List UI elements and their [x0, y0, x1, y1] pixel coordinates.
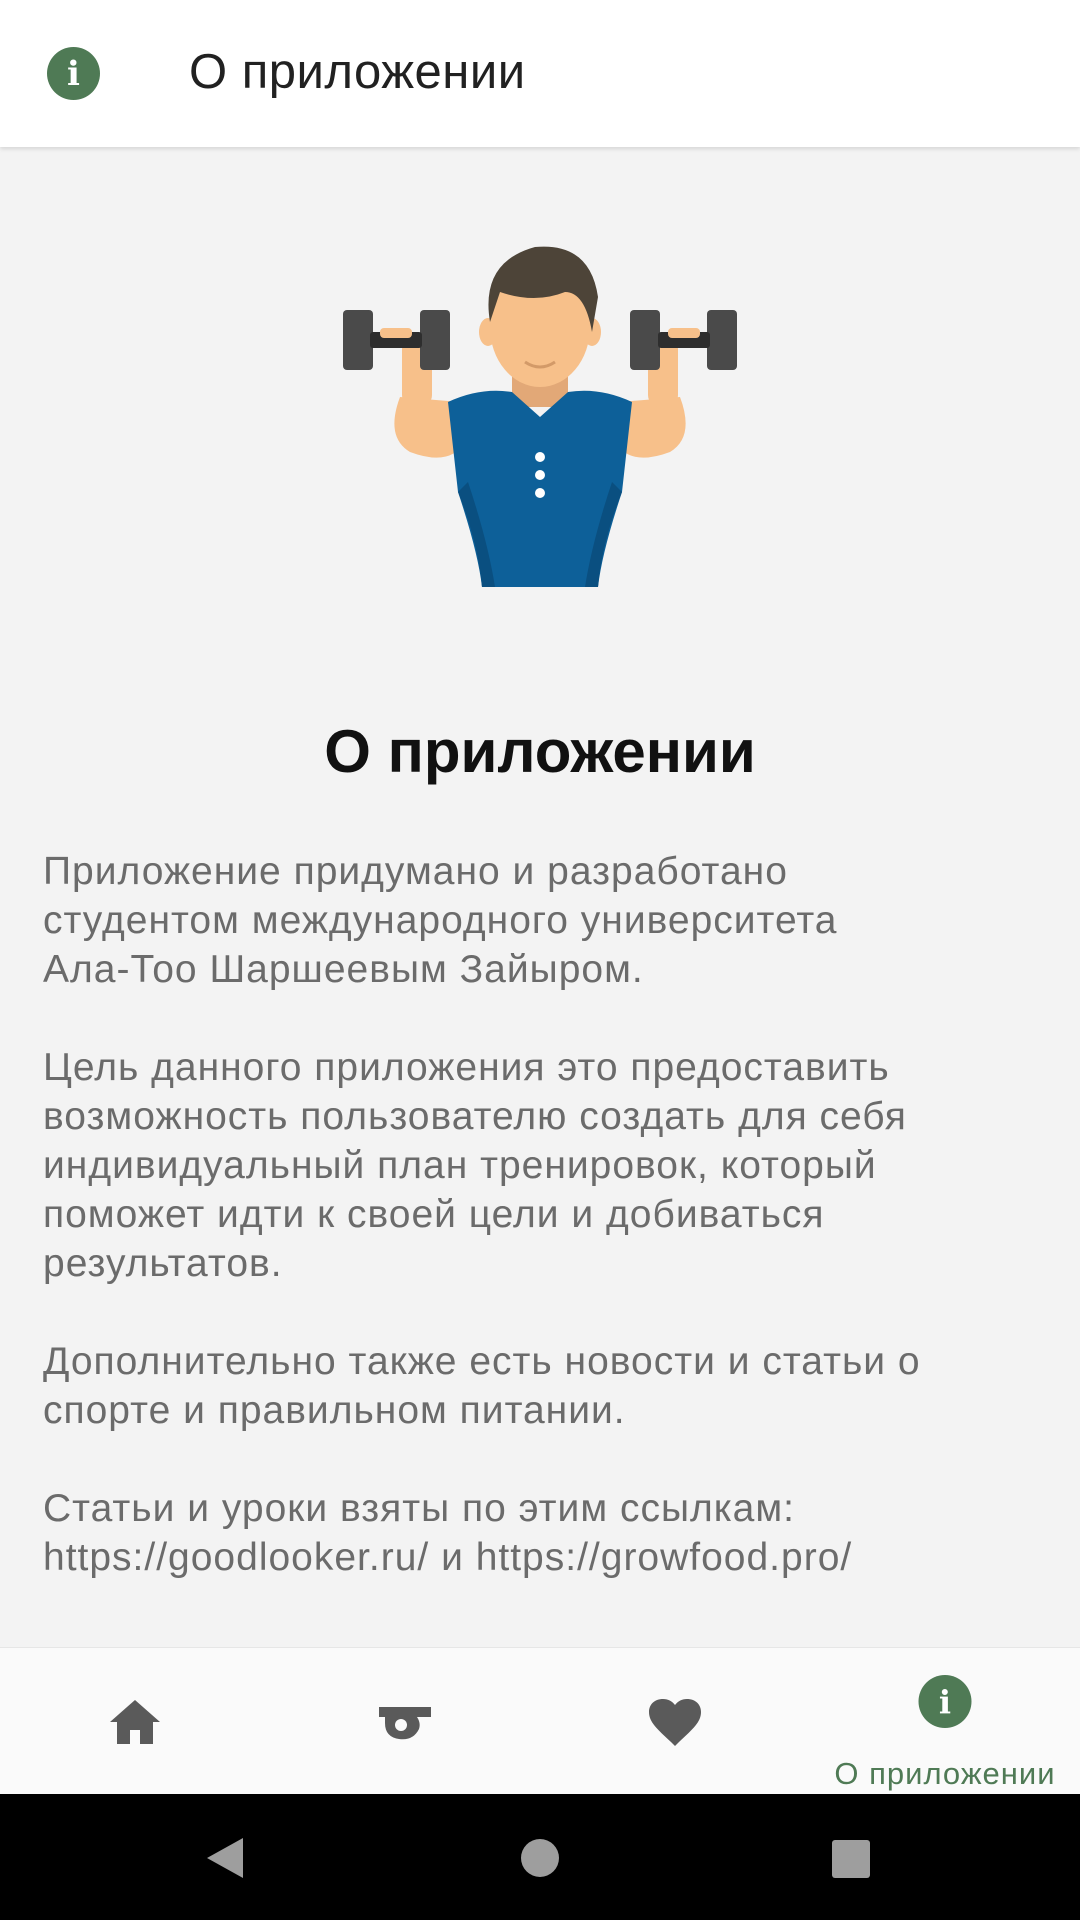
- system-navigation-bar: [0, 1794, 1080, 1920]
- paragraph-author: Приложение придумано и разработано студе…: [43, 850, 838, 991]
- nav-item-favorites[interactable]: [540, 1648, 810, 1795]
- bottom-navigation: i О приложении: [0, 1647, 1080, 1794]
- info-icon: i: [918, 1675, 972, 1728]
- nav-item-about[interactable]: i О приложении: [810, 1648, 1080, 1795]
- home-icon: [110, 1700, 160, 1744]
- page-title: О приложении: [189, 45, 526, 99]
- app-bar: i О приложении: [0, 0, 1080, 147]
- recents-icon[interactable]: [831, 1839, 871, 1879]
- man-with-dumbbells-illustration: [343, 246, 737, 587]
- back-icon[interactable]: [205, 1836, 245, 1880]
- whistle-icon: [379, 1707, 431, 1740]
- home-circle-icon[interactable]: [520, 1838, 560, 1878]
- paragraph-sources: Статьи и уроки взяты по этим ссылкам: ht…: [43, 1487, 853, 1579]
- paragraph-goal: Цель данного приложения это предоставить…: [43, 1046, 907, 1285]
- info-icon[interactable]: i: [47, 47, 100, 100]
- paragraph-extra: Дополнительно также есть новости и стать…: [43, 1340, 921, 1432]
- nav-item-about-label: О приложении: [834, 1756, 1056, 1791]
- about-heading: О приложении: [324, 718, 756, 785]
- nav-item-training[interactable]: [270, 1648, 540, 1795]
- heart-icon: [649, 1699, 701, 1746]
- nav-item-home[interactable]: [0, 1648, 270, 1795]
- about-content: О приложении Приложение придумано и разр…: [0, 147, 1080, 1647]
- about-text: Приложение придумано и разработано студе…: [43, 847, 1043, 1631]
